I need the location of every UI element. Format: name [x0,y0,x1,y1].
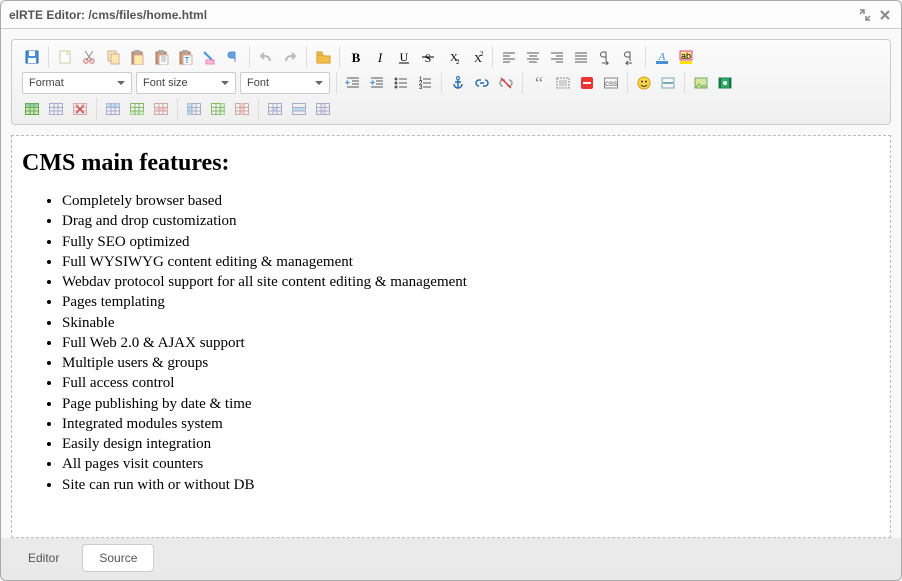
smiley-icon[interactable] [633,72,655,94]
redo-icon[interactable] [279,46,301,68]
list-item: Site can run with or without DB [62,475,880,495]
list-item: Integrated modules system [62,414,880,434]
outdent-icon[interactable] [342,72,364,94]
align-justify-icon[interactable] [570,46,592,68]
blockquote-icon[interactable]: “ [528,72,550,94]
bottom-tabs: Editor Source [1,538,901,580]
svg-text:3: 3 [419,85,423,91]
window-title: elRTE Editor: /cms/files/home.html [9,8,853,22]
tab-source[interactable]: Source [82,544,154,572]
col-before-icon[interactable] [183,98,205,120]
list-item: All pages visit counters [62,454,880,474]
tab-editor[interactable]: Editor [11,544,76,572]
superscript-icon[interactable]: X2 [465,46,487,68]
image-icon[interactable] [690,72,712,94]
list-item: Easily design integration [62,434,880,454]
ordered-list-icon[interactable]: 123 [414,72,436,94]
row-delete-icon[interactable] [150,98,172,120]
flash-icon[interactable] [714,72,736,94]
format-select[interactable]: Format [22,72,132,94]
list-item: Page publishing by date & time [62,394,880,414]
bg-color-icon[interactable]: ab [675,46,697,68]
strike-icon[interactable]: S [417,46,439,68]
toolbar-row-3 [16,96,886,122]
bold-icon[interactable]: B [345,46,367,68]
close-icon[interactable] [877,7,893,23]
unordered-list-icon[interactable] [390,72,412,94]
list-item: Full access control [62,373,880,393]
row-after-icon[interactable] [126,98,148,120]
subscript-icon[interactable]: X2 [441,46,463,68]
file-manager-icon[interactable] [312,46,334,68]
table-delete-icon[interactable] [69,98,91,120]
unlink-icon[interactable] [495,72,517,94]
list-item: Multiple users & groups [62,353,880,373]
svg-text:S: S [425,51,432,65]
cell-merge-icon[interactable] [288,98,310,120]
col-after-icon[interactable] [207,98,229,120]
paste-formatted-icon[interactable] [150,46,172,68]
list-item: Drag and drop customization [62,211,880,231]
cell-split-icon[interactable] [312,98,334,120]
align-left-icon[interactable] [498,46,520,68]
undo-icon[interactable] [255,46,277,68]
align-center-icon[interactable] [522,46,544,68]
svg-text:2: 2 [480,50,484,58]
svg-text:2: 2 [456,58,460,65]
ltr-icon[interactable] [594,46,616,68]
toolbar: T B I U S X2 X2 [11,39,891,125]
toolbar-row-2: Format Font size Font 123 “ [16,70,886,96]
rtl-icon[interactable] [618,46,640,68]
expand-icon[interactable] [857,7,873,23]
svg-text:css: css [605,79,617,88]
css-class-icon[interactable]: css [600,72,622,94]
list-item: Webdav protocol support for all site con… [62,272,880,292]
toolbar-row-1: T B I U S X2 X2 [16,44,886,70]
svg-text:T: T [185,56,190,65]
col-delete-icon[interactable] [231,98,253,120]
new-doc-icon[interactable] [54,46,76,68]
row-before-icon[interactable] [102,98,124,120]
table-props-icon[interactable] [45,98,67,120]
indent-icon[interactable] [366,72,388,94]
align-right-icon[interactable] [546,46,568,68]
document-heading: CMS main features: [22,150,880,177]
show-blocks-icon[interactable] [222,46,244,68]
hr-icon[interactable] [657,72,679,94]
list-item: Full WYSIWYG content editing & managemen… [62,252,880,272]
anchor-icon[interactable] [447,72,469,94]
cell-props-icon[interactable] [264,98,286,120]
link-icon[interactable] [471,72,493,94]
editor-window: elRTE Editor: /cms/files/home.html T [0,0,902,581]
list-item: Full Web 2.0 & AJAX support [62,333,880,353]
div-icon[interactable] [552,72,574,94]
copy-icon[interactable] [102,46,124,68]
table-insert-icon[interactable] [21,98,43,120]
list-item: Skinable [62,313,880,333]
editable-area[interactable]: CMS main features: Completely browser ba… [11,135,891,538]
svg-text:“: “ [535,75,543,91]
feature-list: Completely browser basedDrag and drop cu… [22,191,880,495]
list-item: Pages templating [62,292,880,312]
titlebar: elRTE Editor: /cms/files/home.html [1,1,901,29]
svg-text:B: B [352,50,361,65]
svg-text:U: U [400,50,409,64]
font-color-icon[interactable]: A [651,46,673,68]
stopfloat-icon[interactable] [576,72,598,94]
editor-content: T B I U S X2 X2 [1,29,901,538]
list-item: Completely browser based [62,191,880,211]
list-item: Fully SEO optimized [62,232,880,252]
underline-icon[interactable]: U [393,46,415,68]
fontsize-select[interactable]: Font size [136,72,236,94]
cut-icon[interactable] [78,46,100,68]
paste-icon[interactable] [126,46,148,68]
save-icon[interactable] [21,46,43,68]
svg-text:ab: ab [681,51,691,61]
font-select[interactable]: Font [240,72,330,94]
svg-text:I: I [377,50,383,65]
remove-format-icon[interactable] [198,46,220,68]
paste-text-icon[interactable]: T [174,46,196,68]
italic-icon[interactable]: I [369,46,391,68]
